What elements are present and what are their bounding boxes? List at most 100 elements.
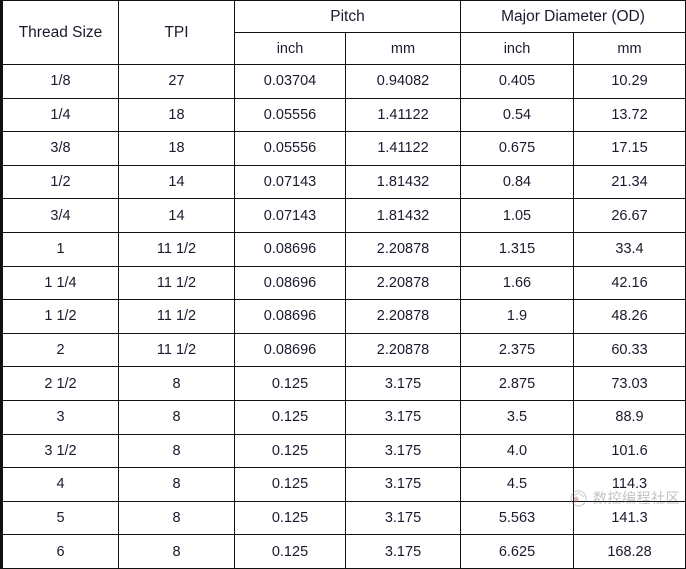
table-row: 3/4 14 0.07143 1.81432 1.05 26.67 (1, 198, 686, 233)
cell-tpi: 8 (118, 399, 235, 435)
cell-major-diameter-mm: 141.3 (572, 500, 686, 536)
cell-thread-size: 3 1/2 (1, 433, 119, 469)
column-header-pitch-mm: mm (345, 32, 461, 65)
cell-major-diameter-inch: 6.625 (460, 534, 574, 569)
table-row: 2 11 1/2 0.08696 2.20878 2.375 60.33 (1, 332, 686, 368)
cell-thread-size: 3/4 (1, 198, 119, 233)
cell-thread-size: 1 1/4 (1, 265, 119, 301)
table-body: 1/8 27 0.03704 0.94082 0.405 10.29 1/4 18 0.0555… (1, 64, 686, 569)
cell-pitch-mm: 3.175 (345, 433, 461, 469)
cell-pitch-inch: 0.07143 (234, 164, 346, 200)
cell-pitch-inch: 0.05556 (234, 131, 346, 166)
cell-pitch-mm: 3.175 (345, 399, 461, 435)
cell-pitch-mm: 1.41122 (345, 97, 461, 133)
table-row: 1 1/2 11 1/2 0.08696 2.20878 1.9 48.26 (1, 299, 686, 334)
cell-tpi: 11 1/2 (118, 299, 235, 334)
cell-major-diameter-mm: 21.34 (572, 164, 686, 200)
cell-major-diameter-mm: 13.72 (572, 97, 686, 133)
cell-major-diameter-mm: 114.3 (572, 467, 686, 502)
cell-major-diameter-mm: 88.9 (572, 399, 686, 435)
cell-pitch-inch: 0.08696 (234, 332, 346, 368)
cell-major-diameter-mm: 101.6 (572, 433, 686, 469)
cell-major-diameter-inch: 0.675 (460, 131, 574, 166)
cell-pitch-inch: 0.125 (234, 467, 346, 502)
cell-major-diameter-mm: 48.26 (572, 299, 686, 334)
cell-major-diameter-mm: 60.33 (572, 332, 686, 368)
column-header-thread-size: Thread Size (1, 0, 119, 65)
cell-tpi: 8 (118, 366, 235, 401)
cell-major-diameter-inch: 2.375 (460, 332, 574, 368)
table-row: 3/8 18 0.05556 1.41122 0.675 17.15 (1, 131, 686, 166)
cell-pitch-mm: 3.175 (345, 534, 461, 569)
cell-pitch-mm: 2.20878 (345, 332, 461, 368)
cell-tpi: 8 (118, 500, 235, 536)
cell-pitch-mm: 3.175 (345, 500, 461, 536)
cell-tpi: 27 (118, 64, 235, 99)
cell-pitch-mm: 0.94082 (345, 64, 461, 99)
cell-thread-size: 1 1/2 (1, 299, 119, 334)
column-header-pitch-inch: inch (234, 32, 346, 65)
cell-major-diameter-inch: 3.5 (460, 399, 574, 435)
table-row: 1/2 14 0.07143 1.81432 0.84 21.34 (1, 164, 686, 200)
cell-major-diameter-mm: 33.4 (572, 231, 686, 267)
cell-major-diameter-inch: 0.84 (460, 164, 574, 200)
table-row: 3 8 0.125 3.175 3.5 88.9 (1, 399, 686, 435)
column-group-header-major-diameter: Major Diameter (OD) (459, 0, 686, 33)
cell-major-diameter-inch: 1.05 (460, 198, 574, 233)
cell-tpi: 8 (118, 534, 235, 569)
cell-tpi: 18 (118, 97, 235, 133)
cell-pitch-mm: 3.175 (345, 366, 461, 401)
cell-tpi: 8 (118, 467, 235, 502)
table-row: 1 11 1/2 0.08696 2.20878 1.315 33.4 (1, 231, 686, 267)
cell-major-diameter-mm: 17.15 (572, 131, 686, 166)
cell-pitch-inch: 0.125 (234, 399, 346, 435)
cell-tpi: 11 1/2 (118, 332, 235, 368)
cell-major-diameter-inch: 4.0 (460, 433, 574, 469)
cell-pitch-mm: 1.41122 (345, 131, 461, 166)
cell-major-diameter-mm: 26.67 (572, 198, 686, 233)
cell-thread-size: 1/4 (1, 97, 119, 133)
table-container: Thread Size TPI Pitch Major Diameter (OD… (0, 0, 686, 569)
cell-pitch-inch: 0.08696 (234, 231, 346, 267)
column-header-major-diameter-inch: inch (460, 32, 574, 65)
cell-thread-size: 2 1/2 (1, 366, 119, 401)
table-row: 6 8 0.125 3.175 6.625 168.28 (1, 534, 686, 569)
column-group-header-pitch: Pitch (234, 0, 461, 33)
cell-thread-size: 3/8 (1, 131, 119, 166)
cell-major-diameter-inch: 0.405 (460, 64, 574, 99)
cell-pitch-mm: 3.175 (345, 467, 461, 502)
cell-pitch-inch: 0.125 (234, 500, 346, 536)
cell-pitch-mm: 1.81432 (345, 164, 461, 200)
cell-thread-size: 6 (1, 534, 119, 569)
table-row: 1/8 27 0.03704 0.94082 0.405 10.29 (1, 64, 686, 99)
cell-pitch-mm: 2.20878 (345, 265, 461, 301)
table-header: Thread Size TPI Pitch Major Diameter (OD… (1, 0, 686, 65)
cell-major-diameter-inch: 1.315 (460, 231, 574, 267)
cell-thread-size: 3 (1, 399, 119, 435)
cell-major-diameter-inch: 4.5 (460, 467, 574, 502)
table-row: 2 1/2 8 0.125 3.175 2.875 73.03 (1, 366, 686, 401)
npt-thread-dimensions-table: Thread Size TPI Pitch Major Diameter (OD… (0, 0, 686, 569)
cell-pitch-inch: 0.05556 (234, 97, 346, 133)
table-row: 1/4 18 0.05556 1.41122 0.54 13.72 (1, 97, 686, 133)
cell-thread-size: 2 (1, 332, 119, 368)
table-row: 5 8 0.125 3.175 5.563 141.3 (1, 500, 686, 536)
table-header-row-groups: Thread Size TPI Pitch Major Diameter (OD… (1, 0, 686, 65)
cell-major-diameter-inch: 5.563 (460, 500, 574, 536)
cell-thread-size: 4 (1, 467, 119, 502)
cell-pitch-inch: 0.125 (234, 366, 346, 401)
table-row: 1 1/4 11 1/2 0.08696 2.20878 1.66 42.16 (1, 265, 686, 301)
cell-pitch-inch: 0.08696 (234, 265, 346, 301)
cell-major-diameter-mm: 168.28 (572, 534, 686, 569)
cell-tpi: 11 1/2 (118, 231, 235, 267)
table-row: 3 1/2 8 0.125 3.175 4.0 101.6 (1, 433, 686, 469)
cell-tpi: 11 1/2 (118, 265, 235, 301)
table-row: 4 8 0.125 3.175 4.5 114.3 (1, 467, 686, 502)
cell-major-diameter-inch: 1.9 (460, 299, 574, 334)
cell-major-diameter-mm: 73.03 (572, 366, 686, 401)
column-header-major-diameter-mm: mm (572, 32, 686, 65)
cell-pitch-inch: 0.08696 (234, 299, 346, 334)
cell-pitch-mm: 2.20878 (345, 299, 461, 334)
cell-pitch-inch: 0.07143 (234, 198, 346, 233)
cell-thread-size: 5 (1, 500, 119, 536)
